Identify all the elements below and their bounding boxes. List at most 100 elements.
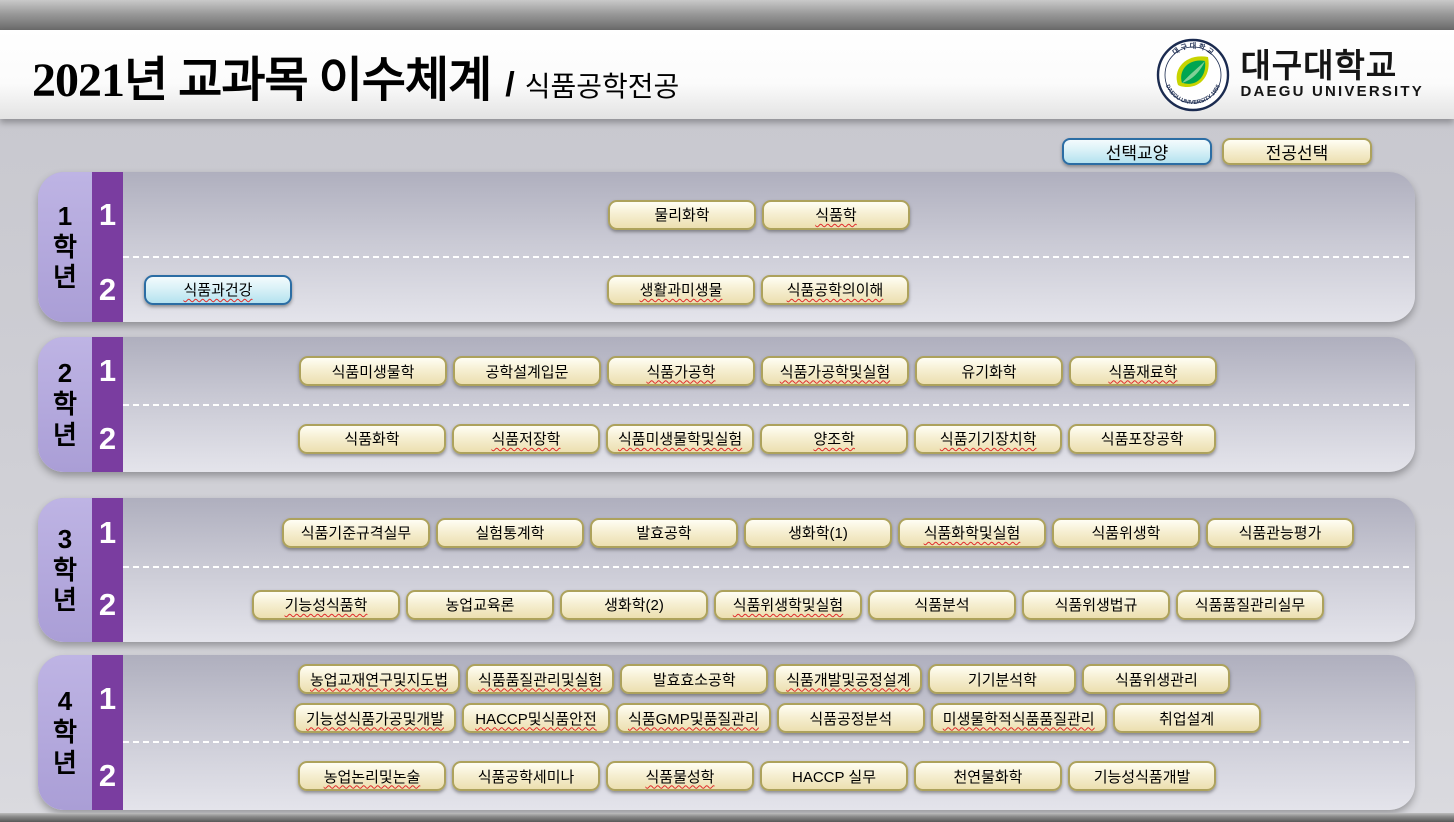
course-box[interactable]: 식품화학및실험: [898, 518, 1046, 548]
legend-label: 선택교양: [1106, 139, 1169, 164]
course-label: 식품공학세미나: [478, 766, 575, 787]
course-box[interactable]: 식품학: [762, 200, 910, 230]
course-label: 생화학(2): [604, 594, 664, 615]
course-box[interactable]: 기능성식품가공및개발: [294, 703, 456, 733]
course-box[interactable]: 농업논리및논술: [298, 761, 446, 791]
year-band-4: 4학년12농업교재연구및지도법식품품질관리및실험발효효소공학식품개발및공정설계기…: [38, 655, 1415, 810]
course-label: 기능성식품개발: [1094, 766, 1191, 787]
band-content: 물리화학 식품학식품과건강 생활과미생물 식품공학의이해: [123, 172, 1415, 322]
legend-chip-liberal-elective[interactable]: 선택교양: [1062, 138, 1212, 165]
course-box[interactable]: 식품기기장치학: [914, 424, 1062, 454]
course-box[interactable]: 식품품질관리및실험: [466, 664, 614, 694]
university-seal-icon: 대 구 대 학 교 DAEGU UNIVERSITY 1956: [1156, 38, 1230, 112]
course-box[interactable]: 식품물성학: [606, 761, 754, 791]
course-row: 농업교재연구및지도법식품품질관리및실험발효효소공학 식품개발및공정설계 기기분석학식…: [123, 664, 1407, 694]
course-box[interactable]: HACCP및식품안전: [462, 703, 610, 733]
course-box[interactable]: 식품공학의이해: [761, 275, 909, 305]
band-content: 농업교재연구및지도법식품품질관리및실험발효효소공학식품개발및공정설계기기분석학식…: [123, 655, 1415, 810]
title-main: 2021년 교과목 이수체계: [32, 40, 491, 110]
university-name-english: DAEGU UNIVERSITY: [1240, 84, 1424, 100]
course-box[interactable]: HACCP 실무: [760, 761, 908, 791]
course-box[interactable]: 식품미생물학: [299, 356, 447, 386]
course-box[interactable]: 농업교재연구및지도법: [298, 664, 460, 694]
course-box[interactable]: 식품화학: [298, 424, 446, 454]
year-band-1: 1학년12 물리화학 식품학식품과건강 생활과미생물 식품공학의이해: [38, 172, 1415, 322]
course-box[interactable]: 식품공정분석: [777, 703, 925, 733]
semester-section: 식품화학식품저장학식품미생물학및실험양조학식품기기장치학식품포장공학: [123, 405, 1407, 472]
course-label: 식품가공학및실험: [780, 361, 890, 382]
course-label: 식품화학및실험: [924, 522, 1021, 543]
course-box[interactable]: 식품위생학및실험: [714, 590, 862, 620]
year-label-char: 년: [53, 262, 77, 293]
semester-section: 농업교재연구및지도법식품품질관리및실험발효효소공학식품개발및공정설계기기분석학식…: [123, 655, 1407, 742]
course-box[interactable]: 식품위생학: [1052, 518, 1200, 548]
course-box[interactable]: 식품관능평가: [1206, 518, 1354, 548]
semester-number: 2: [92, 405, 123, 472]
course-label: 식품위생학및실험: [733, 594, 843, 615]
course-box[interactable]: 식품포장공학: [1068, 424, 1216, 454]
course-box[interactable]: 식품재료학: [1069, 356, 1217, 386]
course-box[interactable]: 미생물학적식품품질관리: [931, 703, 1107, 733]
course-box[interactable]: 양조학: [760, 424, 908, 454]
course-box[interactable]: 생활과미생물: [607, 275, 755, 305]
semester-strip: 12: [92, 172, 123, 322]
year-label-char: 년: [53, 585, 77, 616]
year-label-char: 학: [53, 555, 77, 586]
course-box[interactable]: 식품개발및공정설계: [774, 664, 922, 694]
course-label: 공학설계입문: [486, 361, 569, 382]
course-box[interactable]: 실험통계학: [436, 518, 584, 548]
course-box[interactable]: 농업교육론: [406, 590, 554, 620]
year-label-char: 년: [53, 748, 77, 779]
course-box[interactable]: 식품위생관리: [1082, 664, 1230, 694]
course-label: 기능성식품가공및개발: [306, 708, 444, 729]
course-box[interactable]: 발효공학: [590, 518, 738, 548]
course-label: 식품개발및공정설계: [786, 669, 910, 690]
course-box[interactable]: 식품기준규격실무: [282, 518, 430, 548]
bottom-decorative-bar: [0, 813, 1454, 822]
course-box[interactable]: 식품분석: [868, 590, 1016, 620]
course-label: 농업교육론: [445, 594, 514, 615]
semester-strip: 12: [92, 337, 123, 472]
legend-chip-major-elective[interactable]: 전공선택: [1222, 138, 1372, 165]
course-box[interactable]: 식품위생법규: [1022, 590, 1170, 620]
course-box[interactable]: 공학설계입문: [453, 356, 601, 386]
course-box[interactable]: 발효효소공학: [620, 664, 768, 694]
course-label: 식품GMP및품질관리: [628, 708, 759, 729]
semester-number: 1: [92, 655, 123, 742]
course-row: 기능성식품가공및개발 HACCP및식품안전 식품GMP및품질관리 식품공정분석 미생물학…: [123, 703, 1407, 733]
course-label: HACCP및식품안전: [475, 708, 597, 729]
course-box[interactable]: 생화학(2): [560, 590, 708, 620]
course-box[interactable]: 기능성식품개발: [1068, 761, 1216, 791]
year-band-2: 2학년12식품미생물학공학설계입문식품가공학식품가공학및실험유기화학식품재료학식…: [38, 337, 1415, 472]
course-label: 식품위생법규: [1055, 594, 1138, 615]
course-label: 생활과미생물: [640, 279, 723, 300]
course-label: 식품과건강: [183, 279, 252, 300]
course-box[interactable]: 취업설계: [1113, 703, 1261, 733]
course-box[interactable]: 물리화학: [608, 200, 756, 230]
course-label: 기능성식품학: [285, 594, 368, 615]
course-box[interactable]: 식품과건강: [144, 275, 292, 305]
semester-section: 물리화학 식품학: [123, 172, 1407, 257]
course-box[interactable]: 식품GMP및품질관리: [616, 703, 771, 733]
year-label-char: 3: [58, 524, 72, 555]
course-label: 식품공정분석: [809, 708, 892, 729]
course-box[interactable]: 유기화학: [915, 356, 1063, 386]
course-box[interactable]: 기능성식품학: [252, 590, 400, 620]
course-box[interactable]: 생화학(1): [744, 518, 892, 548]
semester-number: 1: [92, 337, 123, 405]
course-label: 식품관능평가: [1239, 522, 1322, 543]
course-box[interactable]: 식품저장학: [452, 424, 600, 454]
course-box[interactable]: 식품가공학및실험: [761, 356, 909, 386]
course-row: 식품미생물학 공학설계입문 식품가공학 식품가공학및실험 유기화학식품재료학: [123, 356, 1407, 386]
course-label: 식품물성학: [645, 766, 714, 787]
course-box[interactable]: 기기분석학: [928, 664, 1076, 694]
year-label: 1학년: [38, 172, 92, 322]
course-box[interactable]: 천연물화학: [914, 761, 1062, 791]
course-box[interactable]: 식품가공학: [607, 356, 755, 386]
course-box[interactable]: 식품공학세미나: [452, 761, 600, 791]
course-label: 식품학: [815, 204, 856, 225]
course-box[interactable]: 식품미생물학및실험: [606, 424, 754, 454]
semester-number: 2: [92, 567, 123, 642]
band-content: 식품기준규격실무실험통계학발효공학생화학(1) 식품화학및실험 식품위생학 식품관능평…: [123, 498, 1415, 642]
course-box[interactable]: 식품품질관리실무: [1176, 590, 1324, 620]
